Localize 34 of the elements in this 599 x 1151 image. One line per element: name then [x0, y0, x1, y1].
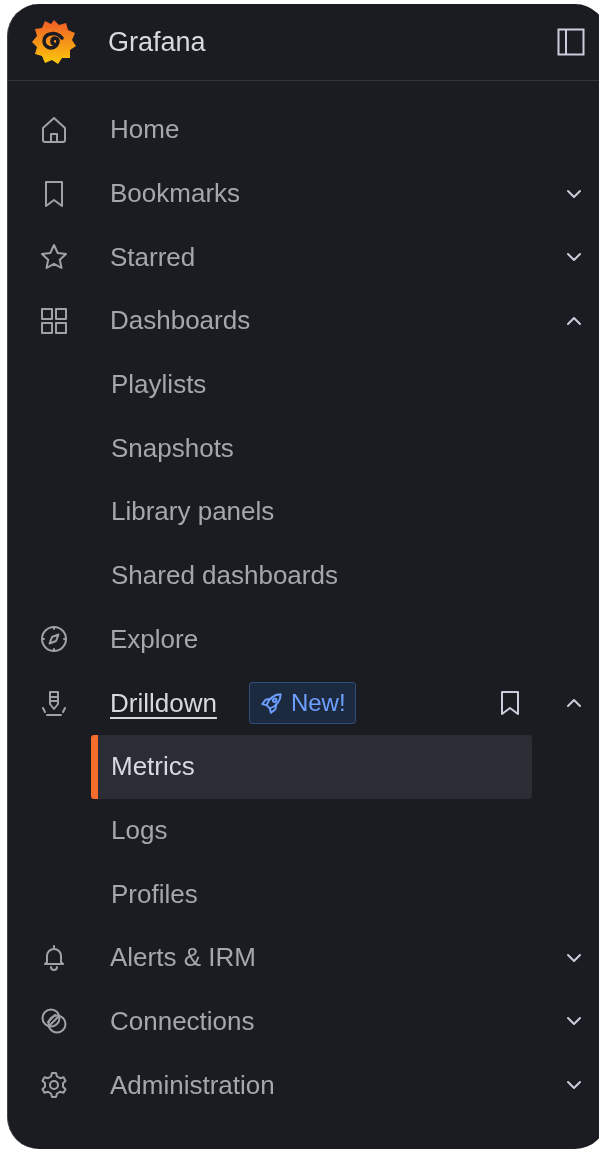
grid-icon — [39, 305, 69, 336]
nav-subitem[interactable]: Snapshots — [91, 416, 532, 481]
compass-icon — [39, 624, 69, 655]
badge-label: New! — [290, 689, 346, 718]
nav-item[interactable]: Home — [110, 114, 180, 146]
nav-subitem[interactable]: Metrics — [91, 734, 532, 799]
nav-subitem[interactable]: Logs — [91, 798, 532, 863]
app-title: Grafana — [108, 26, 207, 58]
nav-subitem[interactable]: Shared dashboards — [91, 543, 532, 608]
chevron-up-icon[interactable] — [566, 698, 582, 709]
chevron-down-icon[interactable] — [566, 252, 582, 263]
nav-item[interactable]: Starred — [110, 241, 196, 273]
chevron-down-icon[interactable] — [566, 952, 582, 963]
nav-item[interactable]: Alerts & IRM — [110, 942, 256, 974]
nav-item[interactable]: Bookmarks — [110, 178, 241, 210]
nav-item[interactable]: Drilldown — [110, 687, 217, 719]
nav-item[interactable]: Administration — [110, 1069, 275, 1101]
home-icon — [39, 114, 69, 145]
settings-icon — [39, 1070, 69, 1101]
spiral-logo-icon — [30, 18, 78, 66]
nav-item[interactable]: Explore — [110, 623, 199, 655]
nav-item[interactable]: Dashboards — [110, 305, 251, 337]
nav-subitem[interactable]: Playlists — [91, 352, 532, 417]
nav-subitem[interactable]: Library panels — [91, 480, 532, 544]
dock-panel-icon[interactable] — [557, 28, 585, 56]
drill-icon — [39, 688, 69, 719]
nav-subitem[interactable]: Profiles — [91, 862, 532, 926]
bookmark-icon[interactable] — [499, 690, 521, 717]
chevron-down-icon[interactable] — [566, 1080, 582, 1091]
chevron-down-icon[interactable] — [566, 188, 582, 199]
chevron-down-icon[interactable] — [566, 1016, 582, 1027]
rocket-icon — [258, 690, 285, 717]
nav-item[interactable]: Connections — [110, 1005, 255, 1037]
chevron-up-icon[interactable] — [566, 315, 582, 326]
